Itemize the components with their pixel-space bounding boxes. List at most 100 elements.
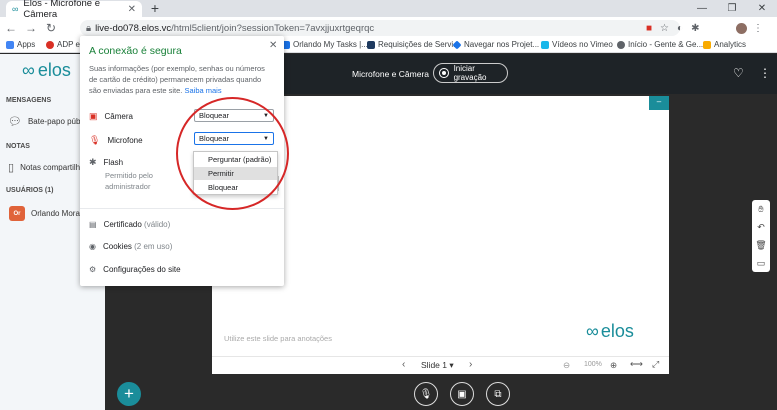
camera-off-button[interactable]: ▣ xyxy=(450,382,474,406)
certificate-icon: ▤ xyxy=(89,220,97,229)
mic-label: Microfone xyxy=(107,136,143,145)
popup-close-icon[interactable]: ✕ xyxy=(269,40,277,51)
forward-icon[interactable]: → xyxy=(24,21,38,35)
cookies-row[interactable]: ◉ Cookies (2 em uso) xyxy=(89,242,172,251)
toolbar-icons: ■ ☆ ◐ ✱ xyxy=(646,20,699,36)
heart-icon[interactable]: ♡ xyxy=(733,66,744,80)
undo-icon[interactable]: ↶ xyxy=(757,222,765,233)
mic-permission-row: 🎙︎ Microfone xyxy=(89,135,143,146)
puzzle-icon[interactable]: ✱ xyxy=(691,23,699,34)
user-list-item[interactable]: Or Orlando Morals xyxy=(9,206,86,221)
url-host: live-do078.elos.vc xyxy=(95,22,172,34)
options-dots-icon[interactable]: ⋮ xyxy=(759,66,771,80)
mic-off-icon: 🎙︎ xyxy=(419,388,433,400)
meeting-title: Microfone e Câmera xyxy=(352,69,430,79)
bookmark-analytics[interactable]: Analytics xyxy=(703,40,746,49)
extension-icon[interactable]: ◐ xyxy=(677,23,683,34)
gear-icon: ⚙︎ xyxy=(89,265,97,274)
camera-blocked-icon[interactable]: ■ xyxy=(646,23,652,34)
minimize-presentation-icon[interactable]: – xyxy=(649,96,669,110)
profile-avatar[interactable] xyxy=(736,22,747,34)
screen-share-icon: ⧉ xyxy=(494,388,502,400)
public-chat-item[interactable]: 💬︎ Bate-papo públic xyxy=(8,115,88,128)
record-button[interactable]: Iniciar gravação xyxy=(433,63,508,83)
avatar: Or xyxy=(9,206,25,221)
bookmark-tasks[interactable]: Orlando My Tasks |... xyxy=(282,40,368,49)
bookmark-apps[interactable]: Apps xyxy=(6,40,35,49)
prev-slide-icon[interactable]: ‹ xyxy=(402,359,405,370)
user-name: Orlando Morals xyxy=(31,209,86,218)
maximize-icon[interactable]: ❐ xyxy=(717,0,747,17)
flash-note: Permitido pelo administrador xyxy=(105,171,153,191)
back-icon[interactable]: ← xyxy=(4,21,18,35)
flash-label: Flash xyxy=(103,158,124,167)
analytics-icon xyxy=(703,40,711,49)
profile-area: ⋮ xyxy=(736,20,763,36)
globe-icon xyxy=(617,40,625,49)
puzzle-icon: ✱ xyxy=(89,157,97,167)
note-icon: ▯ xyxy=(8,162,15,174)
elos-infinity-icon: ∞ xyxy=(586,321,599,341)
popup-info: Suas informações (por exemplo, senhas ou… xyxy=(89,64,265,95)
divider xyxy=(80,208,284,209)
url-path: /html5client/join?sessionToken=7avxjjuxr… xyxy=(171,22,375,34)
reload-icon[interactable]: ↻ xyxy=(44,21,58,35)
zoom-in-icon[interactable]: ⊕ xyxy=(610,360,617,371)
messages-header: MENSAGENS xyxy=(6,97,52,104)
browser-tab[interactable]: ∞ Elos - Microfone e Câmera ✕ xyxy=(6,0,142,20)
zoom-level: 100% xyxy=(584,361,602,368)
add-action-button[interactable]: + xyxy=(117,382,141,406)
diamond-icon xyxy=(452,39,462,50)
certificate-row[interactable]: ▤ Certificado (válido) xyxy=(89,220,170,229)
elos-favicon-icon: ∞ xyxy=(12,4,19,14)
close-tab-icon[interactable]: ✕ xyxy=(128,4,136,15)
bookmark-projects[interactable]: Navegar nos Projet... xyxy=(452,39,539,50)
adp-icon xyxy=(46,40,54,49)
camera-blocked-icon: ▣ xyxy=(89,111,98,121)
mic-off-button[interactable]: 🎙︎ xyxy=(414,382,438,406)
bookmark-adp[interactable]: ADP e xyxy=(46,40,80,49)
apps-grid-icon xyxy=(6,40,14,49)
slide-brand-logo: ∞ elos xyxy=(586,321,634,341)
learn-more-link[interactable]: Saiba mais xyxy=(185,86,222,95)
camera-label: Câmera xyxy=(104,112,133,121)
cookie-icon: ◉ xyxy=(89,242,96,251)
camera-permission-row: ▣ Câmera xyxy=(89,111,133,122)
popup-title: A conexão é segura xyxy=(89,45,182,57)
ticket-icon xyxy=(367,40,375,49)
hand-tool-icon[interactable]: ✋︎ xyxy=(758,204,763,215)
camera-off-icon: ▣ xyxy=(457,388,467,400)
chat-icon: 💬︎ xyxy=(8,116,22,128)
elos-infinity-icon: ∞ xyxy=(22,60,35,80)
slide-hint: Utilize este slide para anotações xyxy=(224,334,332,343)
record-icon xyxy=(439,68,449,78)
site-settings-row[interactable]: ⚙︎ Configurações do site xyxy=(89,265,181,274)
fit-width-icon[interactable]: ⟷ xyxy=(630,359,643,370)
mic-blocked-icon: 🎙︎ xyxy=(89,135,101,145)
flash-permission-row: ✱ Flash xyxy=(89,157,123,168)
whiteboard-icon[interactable]: ▭ xyxy=(757,258,766,269)
bookmark-requests[interactable]: Requisições de Servi... xyxy=(367,40,460,49)
address-bar[interactable]: 🔒︎ live-do078.elos.vc/html5client/join?s… xyxy=(80,20,680,36)
new-tab-button[interactable]: + xyxy=(148,0,162,17)
notes-header: NOTAS xyxy=(6,143,30,150)
lock-icon[interactable]: 🔒︎ xyxy=(86,23,91,34)
next-slide-icon[interactable]: › xyxy=(469,359,472,370)
vimeo-icon xyxy=(541,40,549,49)
minimize-icon[interactable]: — xyxy=(687,0,717,17)
close-window-icon[interactable]: ✕ xyxy=(747,0,777,17)
menu-dots-icon[interactable]: ⋮ xyxy=(753,23,763,34)
users-header: USUÁRIOS (1) xyxy=(6,187,54,194)
zoom-out-icon[interactable]: ⊖ xyxy=(563,360,570,371)
shared-notes-item[interactable]: ▯ Notas compartilh xyxy=(8,161,80,174)
bookmark-vimeo[interactable]: Vídeos no Vimeo xyxy=(541,40,613,49)
bookmark-inicio[interactable]: Início - Gente & Ge... xyxy=(617,40,703,49)
star-icon[interactable]: ☆ xyxy=(660,23,669,34)
fullscreen-icon[interactable]: ⤢ xyxy=(652,359,659,370)
slide-selector[interactable]: Slide 1 ▾ xyxy=(421,360,454,371)
screen-share-button[interactable]: ⧉ xyxy=(486,382,510,406)
annotation-toolbar: ✋︎ ↶ 🗑︎ ▭ xyxy=(752,200,770,272)
elos-logo: ∞ elos xyxy=(22,60,71,80)
annotation-circle xyxy=(176,97,289,210)
trash-icon[interactable]: 🗑︎ xyxy=(755,240,766,251)
